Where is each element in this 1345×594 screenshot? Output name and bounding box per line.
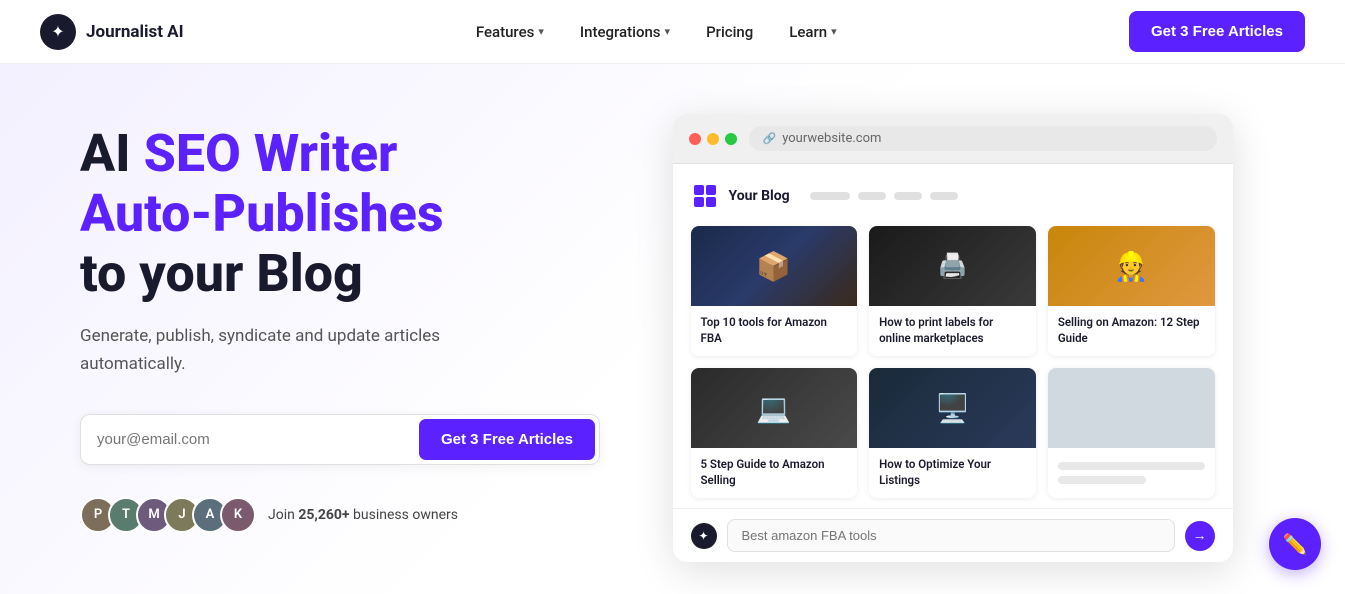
card-image	[869, 226, 1036, 306]
card-body: 5 Step Guide to Amazon Selling	[691, 448, 858, 498]
hero-title: AI SEO WriterAuto-Publishesto your Blog	[80, 124, 600, 303]
blog-card[interactable]: How to Optimize Your Listings	[869, 368, 1036, 498]
card-body: How to Optimize Your Listings	[869, 448, 1036, 498]
search-submit-button[interactable]: →	[1185, 521, 1215, 551]
blog-header: Your Blog	[691, 182, 1215, 210]
chat-icon: ✏️	[1283, 532, 1308, 556]
nav-item-pricing[interactable]: Pricing	[692, 15, 767, 49]
card-image	[691, 226, 858, 306]
card-body	[1048, 448, 1215, 494]
blog-card[interactable]: 5 Step Guide to Amazon Selling	[691, 368, 858, 498]
navbar: ✦ Journalist AI Features ▾ Integrations …	[0, 0, 1345, 64]
nav-item-integrations[interactable]: Integrations ▾	[566, 15, 684, 49]
card-body: How to print labels for online marketpla…	[869, 306, 1036, 356]
nav-label-integrations: Integrations	[580, 23, 661, 41]
card-title: Selling on Amazon: 12 Step Guide	[1058, 314, 1205, 346]
hero-title-autopublishes: Auto-Publishes	[80, 183, 444, 244]
logo-icon: ✦	[40, 14, 76, 50]
hero-subtitle: Generate, publish, syndicate and update …	[80, 323, 460, 377]
nav-line	[858, 192, 886, 200]
nav-line	[810, 192, 850, 200]
chevron-down-icon: ▾	[538, 25, 544, 38]
browser-dot-green	[725, 133, 737, 145]
card-title: How to Optimize Your Listings	[879, 456, 1026, 488]
logo-text: Journalist AI	[86, 22, 184, 42]
browser-url-bar[interactable]: 🔗 yourwebsite.com	[749, 126, 1217, 151]
blog-name: Your Blog	[729, 188, 790, 204]
social-proof-text: Join 25,260+ business owners	[268, 507, 458, 523]
card-image	[869, 368, 1036, 448]
blog-nav-lines	[810, 192, 958, 200]
browser-mockup: 🔗 yourwebsite.com Your Blog	[673, 114, 1233, 562]
social-proof-prefix: Join	[268, 507, 298, 523]
nav-item-features[interactable]: Features ▾	[462, 15, 558, 49]
browser-search-bar: ✦ →	[673, 508, 1233, 562]
nav-label-pricing: Pricing	[706, 23, 753, 41]
chevron-down-icon: ▾	[665, 25, 671, 38]
chat-bubble-button[interactable]: ✏️	[1269, 518, 1321, 570]
blog-cards-grid: Top 10 tools for Amazon FBA How to print…	[691, 226, 1215, 498]
logo[interactable]: ✦ Journalist AI	[40, 14, 184, 50]
hero-section: AI SEO WriterAuto-Publishesto your Blog …	[0, 64, 1345, 594]
chevron-down-icon: ▾	[831, 25, 837, 38]
nav-menu: Features ▾ Integrations ▾ Pricing Learn …	[462, 15, 851, 49]
card-body: Top 10 tools for Amazon FBA	[691, 306, 858, 356]
nav-label-features: Features	[476, 23, 534, 41]
hero-right-content: 🔗 yourwebsite.com Your Blog	[600, 114, 1305, 562]
blog-card[interactable]: Selling on Amazon: 12 Step Guide	[1048, 226, 1215, 356]
nav-item-learn[interactable]: Learn ▾	[775, 15, 850, 49]
blog-logo-icon	[691, 182, 719, 210]
social-proof-row: P T M J A K Join 25,260+ business owners	[80, 497, 600, 533]
card-image-placeholder	[1048, 368, 1215, 448]
avatar: K	[220, 497, 256, 533]
browser-bar: 🔗 yourwebsite.com	[673, 114, 1233, 164]
email-input[interactable]	[97, 421, 419, 458]
card-title: How to print labels for online marketpla…	[879, 314, 1026, 346]
browser-dot-red	[689, 133, 701, 145]
blog-card-placeholder	[1048, 368, 1215, 498]
nav-line	[930, 192, 958, 200]
journalist-ai-icon: ✦	[691, 523, 717, 549]
lock-icon: 🔗	[763, 132, 777, 145]
avatars-stack: P T M J A K	[80, 497, 256, 533]
url-text: yourwebsite.com	[782, 131, 881, 146]
hero-left-content: AI SEO WriterAuto-Publishesto your Blog …	[80, 114, 600, 533]
hero-title-plain: AI	[80, 123, 144, 184]
hero-title-purple: SEO Writer	[144, 123, 398, 184]
email-signup-form: Get 3 Free Articles	[80, 414, 600, 465]
card-image	[1048, 226, 1215, 306]
browser-content: Your Blog Top 10 tools for Amazon FBA	[673, 164, 1233, 508]
browser-dot-yellow	[707, 133, 719, 145]
social-proof-suffix: business owners	[350, 507, 458, 523]
navbar-cta-button[interactable]: Get 3 Free Articles	[1129, 11, 1305, 52]
card-line	[1058, 476, 1146, 484]
card-image	[691, 368, 858, 448]
card-body: Selling on Amazon: 12 Step Guide	[1048, 306, 1215, 356]
blog-card[interactable]: How to print labels for online marketpla…	[869, 226, 1036, 356]
card-title: 5 Step Guide to Amazon Selling	[701, 456, 848, 488]
hero-title-blog: to your Blog	[80, 243, 363, 304]
social-proof-count: 25,260+	[298, 507, 349, 523]
card-title: Top 10 tools for Amazon FBA	[701, 314, 848, 346]
card-line	[1058, 462, 1205, 470]
blog-card[interactable]: Top 10 tools for Amazon FBA	[691, 226, 858, 356]
nav-line	[894, 192, 922, 200]
nav-label-learn: Learn	[789, 23, 827, 41]
hero-cta-button[interactable]: Get 3 Free Articles	[419, 419, 595, 460]
browser-dots	[689, 133, 737, 145]
search-input[interactable]	[727, 519, 1175, 552]
